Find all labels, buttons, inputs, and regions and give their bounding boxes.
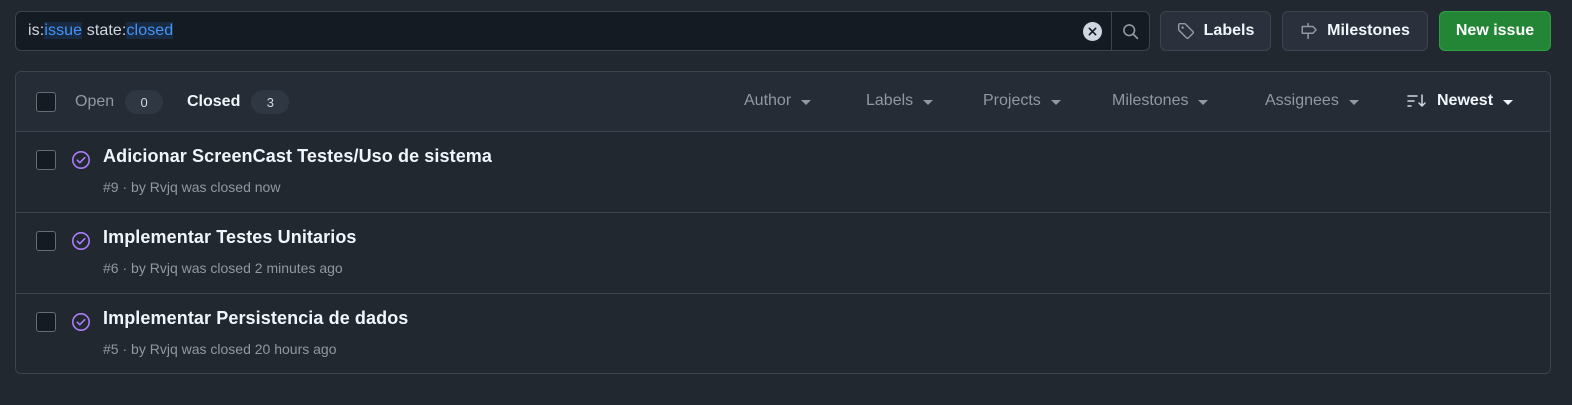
search-value-closed: closed [126, 22, 174, 39]
sort-icon [1407, 94, 1426, 107]
issue-by-label: by [131, 341, 146, 357]
issue-status-text: was closed now [181, 179, 281, 195]
labels-button[interactable]: Labels [1160, 11, 1271, 51]
labels-filter[interactable]: Labels [866, 92, 934, 110]
issue-row[interactable]: Adicionar ScreenCast Testes/Uso de siste… [16, 132, 1550, 213]
chevron-down-icon [1050, 99, 1061, 105]
closed-issue-icon [72, 232, 90, 250]
search-button[interactable] [1111, 12, 1149, 50]
open-issues-tab[interactable]: Open 0 [75, 90, 164, 114]
issue-checkbox[interactable] [36, 150, 56, 170]
sort-dropdown[interactable]: Newest [1407, 92, 1514, 110]
issue-status-text: was closed 2 minutes ago [181, 260, 343, 276]
clear-search-icon[interactable] [1083, 21, 1102, 41]
closed-count-badge: 3 [251, 90, 290, 114]
issues-list-header: Open 0 Closed 3 Author Labels Projects M… [16, 72, 1550, 132]
closed-issue-icon [72, 151, 90, 169]
issue-number: #6 [103, 260, 119, 276]
issue-row[interactable]: Implementar Testes Unitarios #6 · by Rvj… [16, 213, 1550, 294]
search-icon [1123, 23, 1139, 39]
select-all-checkbox[interactable] [36, 92, 56, 112]
issue-meta: #5 · by Rvjq was closed 20 hours ago [103, 341, 337, 357]
open-count-badge: 0 [125, 90, 164, 114]
chevron-down-icon [1503, 99, 1514, 105]
milestone-icon [1301, 22, 1317, 40]
chevron-down-icon [923, 99, 934, 105]
issue-title-link[interactable]: Implementar Testes Unitarios [103, 227, 357, 248]
author-filter-label: Author [744, 92, 792, 109]
issues-list: Open 0 Closed 3 Author Labels Projects M… [15, 71, 1551, 374]
search-field[interactable]: is:issue state:closed [15, 11, 1150, 51]
labels-filter-label: Labels [866, 92, 914, 109]
assignees-filter-label: Assignees [1265, 92, 1339, 109]
chevron-down-icon [1348, 99, 1359, 105]
issue-title-link[interactable]: Implementar Persistencia de dados [103, 308, 408, 329]
issue-row[interactable]: Implementar Persistencia de dados #5 · b… [16, 294, 1550, 373]
issue-number: #9 [103, 179, 119, 195]
milestones-button-label: Milestones [1327, 22, 1410, 39]
issue-title-link[interactable]: Adicionar ScreenCast Testes/Uso de siste… [103, 146, 492, 167]
open-tab-label: Open [75, 93, 115, 110]
issue-checkbox[interactable] [36, 231, 56, 251]
issue-author-link[interactable]: Rvjq [150, 341, 178, 357]
closed-issue-icon [72, 313, 90, 331]
issue-by-label: by [131, 179, 146, 195]
new-issue-button[interactable]: New issue [1439, 11, 1551, 51]
labels-button-label: Labels [1203, 22, 1255, 39]
milestones-filter-label: Milestones [1112, 92, 1189, 109]
chevron-down-icon [801, 99, 812, 105]
search-qualifier-state: state: [82, 22, 127, 39]
projects-filter-label: Projects [983, 92, 1041, 109]
assignees-filter[interactable]: Assignees [1265, 92, 1359, 110]
projects-filter[interactable]: Projects [983, 92, 1061, 110]
issue-author-link[interactable]: Rvjq [150, 179, 178, 195]
sort-dropdown-label: Newest [1437, 92, 1494, 109]
issue-checkbox[interactable] [36, 312, 56, 332]
issue-by-label: by [131, 260, 146, 276]
issue-meta: #9 · by Rvjq was closed now [103, 179, 281, 195]
issue-meta: #6 · by Rvjq was closed 2 minutes ago [103, 260, 343, 276]
issue-number: #5 [103, 341, 119, 357]
issue-author-link[interactable]: Rvjq [150, 260, 178, 276]
new-issue-button-label: New issue [1455, 22, 1535, 39]
search-input[interactable]: is:issue state:closed [16, 22, 1083, 40]
issue-status-text: was closed 20 hours ago [181, 341, 337, 357]
closed-issues-tab[interactable]: Closed 3 [187, 90, 290, 114]
search-qualifier-is: is: [28, 22, 45, 39]
search-value-issue: issue [44, 22, 83, 39]
chevron-down-icon [1198, 99, 1209, 105]
milestones-button[interactable]: Milestones [1282, 11, 1428, 51]
closed-tab-label: Closed [187, 93, 241, 110]
milestones-filter[interactable]: Milestones [1112, 92, 1209, 110]
issues-toolbar: is:issue state:closed Labels Milestones … [15, 11, 1551, 51]
tag-icon [1177, 22, 1194, 40]
author-filter[interactable]: Author [744, 92, 812, 110]
